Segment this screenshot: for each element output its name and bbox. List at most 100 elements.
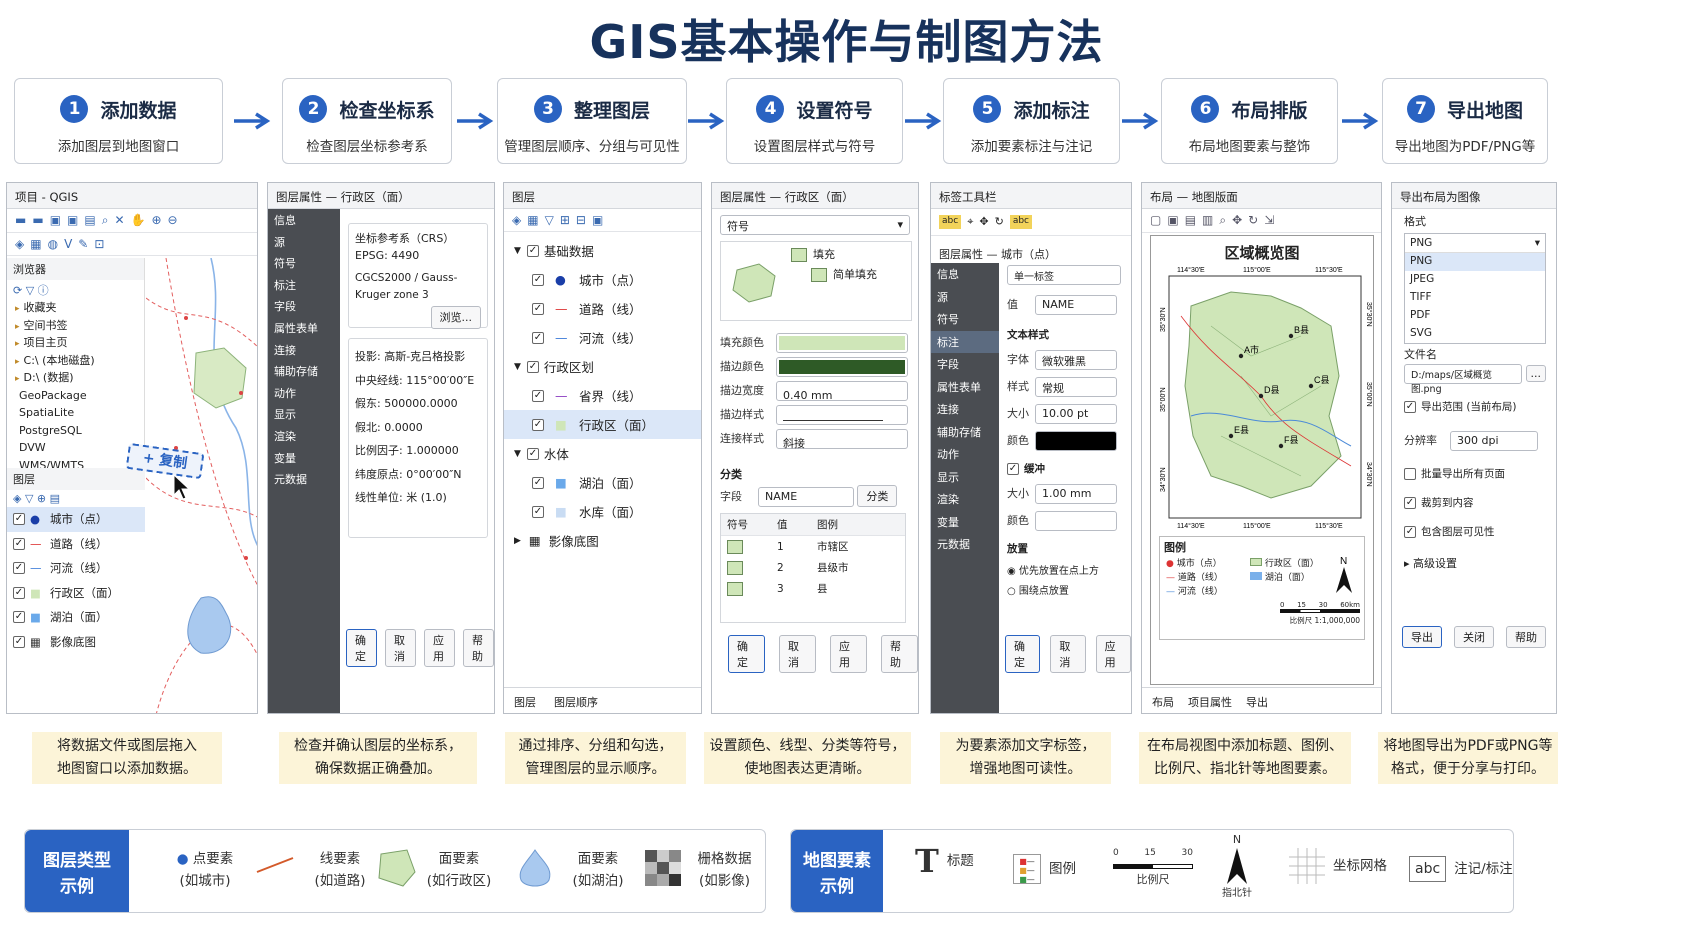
sidebar-tab[interactable]: 连接 xyxy=(268,339,340,361)
browser-item[interactable]: ▸ 收藏夹 xyxy=(15,300,144,318)
text-color-picker[interactable] xyxy=(1035,431,1117,451)
zoom-in-icon[interactable]: ⊕ xyxy=(151,213,161,228)
simple-fill-node[interactable]: 简单填充 xyxy=(811,266,877,282)
export-extent-checkbox[interactable]: ✓ xyxy=(1404,401,1416,413)
sidebar-tab[interactable]: 元数据 xyxy=(268,468,340,490)
sidebar-tab[interactable]: 连接 xyxy=(931,398,999,421)
sidebar-tab[interactable]: 属性表单 xyxy=(931,376,999,399)
add-db-icon[interactable]: ◍ xyxy=(48,237,58,251)
save-icon[interactable]: ▣ xyxy=(50,213,61,228)
save-as-icon[interactable]: ▣ xyxy=(67,213,78,228)
raster-layer[interactable]: ▶ ▦ 影像底图 xyxy=(504,526,701,555)
folder-icon[interactable]: ▬ xyxy=(32,213,43,228)
duplicate-icon[interactable]: ▥ xyxy=(1202,213,1213,228)
browser-item[interactable]: SpatiaLite xyxy=(15,405,144,423)
dpi-input[interactable]: 300 dpi xyxy=(1450,431,1538,451)
style-icon[interactable]: ◈ xyxy=(512,213,521,227)
radio-icon[interactable]: ○ xyxy=(1007,586,1016,597)
format-option[interactable]: PNG xyxy=(1405,253,1545,271)
save-icon[interactable]: ▣ xyxy=(1167,213,1178,228)
class-row[interactable]: 3县 xyxy=(721,578,905,599)
sidebar-tab[interactable]: 动作 xyxy=(268,382,340,404)
layer-item[interactable]: ✓ — 省界（线） xyxy=(504,381,701,410)
sidebar-tab[interactable]: 标注 xyxy=(931,330,999,353)
advanced-settings[interactable]: ▸ 高级设置 xyxy=(1404,555,1457,571)
cancel-button[interactable]: 取消 xyxy=(385,629,416,667)
batch-export-checkbox[interactable] xyxy=(1404,468,1416,480)
layer-visibility-checkbox[interactable]: ✓ xyxy=(13,586,25,599)
class-row[interactable]: 1 市辖区 xyxy=(721,536,905,557)
add-line-icon[interactable]: V xyxy=(64,237,72,251)
layer-visibility-checkbox[interactable]: ✓ xyxy=(1404,526,1416,538)
pan-icon[interactable]: ✥ xyxy=(1232,213,1242,228)
browse-button[interactable]: 浏览... xyxy=(430,306,481,329)
format-option[interactable]: JPEG xyxy=(1405,271,1545,289)
layer-item[interactable]: ✓ ■ 湖泊（面） xyxy=(504,468,701,497)
zoom-out-icon[interactable]: ⊖ xyxy=(168,213,178,228)
layer-item[interactable]: ✓ ■ 行政区（面） xyxy=(7,581,145,606)
sidebar-tab[interactable]: 元数据 xyxy=(931,533,999,556)
layer-visibility-checkbox[interactable]: ✓ xyxy=(532,302,544,315)
print-layout-icon[interactable]: ▤ xyxy=(84,213,95,228)
layer-visibility-checkbox[interactable]: ✓ xyxy=(532,505,544,518)
crop-checkbox[interactable]: ✓ xyxy=(1404,497,1416,509)
layer-visibility-checkbox[interactable]: ✓ xyxy=(13,537,25,550)
layer-item[interactable]: ✓ ■ 水库（面） xyxy=(504,497,701,526)
sidebar-tab[interactable]: 属性表单 xyxy=(268,317,340,339)
ok-button[interactable]: 确定 xyxy=(1005,635,1041,673)
buffer-color-picker[interactable] xyxy=(1035,511,1117,531)
layer-item[interactable]: ✓ ● 城市（点） xyxy=(7,507,145,532)
group-visibility-checkbox[interactable]: ✓ xyxy=(526,360,539,373)
layer-visibility-checkbox[interactable]: ✓ xyxy=(13,611,25,624)
browser-item[interactable]: ▸ 空间书签 xyxy=(15,318,144,336)
sidebar-tab[interactable]: 字段 xyxy=(268,295,340,317)
label-edit-icon[interactable]: abc xyxy=(1009,215,1033,229)
radio-selected-icon[interactable]: ◉ xyxy=(1007,566,1016,577)
tab-layer-order[interactable]: 图层顺序 xyxy=(554,694,598,709)
remove-icon[interactable]: ▣ xyxy=(592,213,603,227)
group-visibility-checkbox[interactable]: ✓ xyxy=(526,447,539,460)
filter-icon[interactable]: ▽ xyxy=(545,213,554,227)
expand-icon[interactable]: ⊞ xyxy=(560,213,570,227)
sidebar-tab[interactable]: 信息 xyxy=(931,263,999,286)
cancel-button[interactable]: 取消 xyxy=(1050,635,1086,673)
sidebar-tab[interactable]: 显示 xyxy=(268,403,340,425)
browser-item[interactable]: DVW xyxy=(15,440,144,458)
stroke-color-picker[interactable] xyxy=(776,357,908,377)
pan-icon[interactable]: ✋ xyxy=(131,213,146,228)
size-input[interactable]: 10.00 pt xyxy=(1035,404,1117,424)
collapse-icon[interactable]: ⊟ xyxy=(576,213,586,227)
layout-page[interactable]: 区域概览图 A市 B县 C县 D县 E县 F县 114°30′E 114°30′E 115°00… xyxy=(1150,235,1374,685)
label-rotate-icon[interactable]: ↻ xyxy=(995,215,1004,229)
tab-export[interactable]: 导出 xyxy=(1246,694,1268,709)
layer-item[interactable]: ✓ — 河流（线） xyxy=(504,323,701,352)
ok-button[interactable]: 确定 xyxy=(346,629,377,667)
sidebar-tab[interactable]: 变量 xyxy=(268,447,340,469)
value-select[interactable]: NAME xyxy=(1035,295,1117,315)
stroke-style-select[interactable] xyxy=(776,405,908,425)
sidebar-tab[interactable]: 源 xyxy=(268,231,340,253)
buffer-size-input[interactable]: 1.00 mm xyxy=(1035,484,1117,504)
sidebar-tab[interactable]: 动作 xyxy=(931,443,999,466)
layer-item[interactable]: ✓ ▦ 影像底图 xyxy=(7,630,145,655)
label-pin-icon[interactable]: ⌖ xyxy=(967,215,973,229)
layer-visibility-checkbox[interactable]: ✓ xyxy=(532,418,544,431)
sidebar-tab[interactable]: 信息 xyxy=(268,209,340,231)
sidebar-tab[interactable]: 辅助存储 xyxy=(268,360,340,382)
new-icon[interactable]: ▢ xyxy=(1150,213,1161,228)
label-mode-select[interactable]: 单一标签 xyxy=(1007,265,1121,285)
sidebar-tab[interactable]: 渲染 xyxy=(268,425,340,447)
buffer-checkbox[interactable]: ✓ xyxy=(1007,463,1019,475)
sidebar-tab[interactable]: 符号 xyxy=(931,308,999,331)
fill-color-picker[interactable] xyxy=(776,333,908,353)
export-button[interactable]: 导出 xyxy=(1402,626,1442,648)
add-group-icon[interactable]: ▦ xyxy=(527,213,538,227)
apply-button[interactable]: 应用 xyxy=(830,635,867,673)
font-select[interactable]: 微软雅黑 xyxy=(1035,350,1117,370)
sidebar-tab[interactable]: 显示 xyxy=(931,466,999,489)
classify-button[interactable]: 分类 xyxy=(857,485,898,507)
tab-layout[interactable]: 布局 xyxy=(1152,694,1174,709)
layer-visibility-checkbox[interactable]: ✓ xyxy=(13,562,25,575)
ok-button[interactable]: 确定 xyxy=(728,635,765,673)
layer-visibility-checkbox[interactable]: ✓ xyxy=(532,476,544,489)
